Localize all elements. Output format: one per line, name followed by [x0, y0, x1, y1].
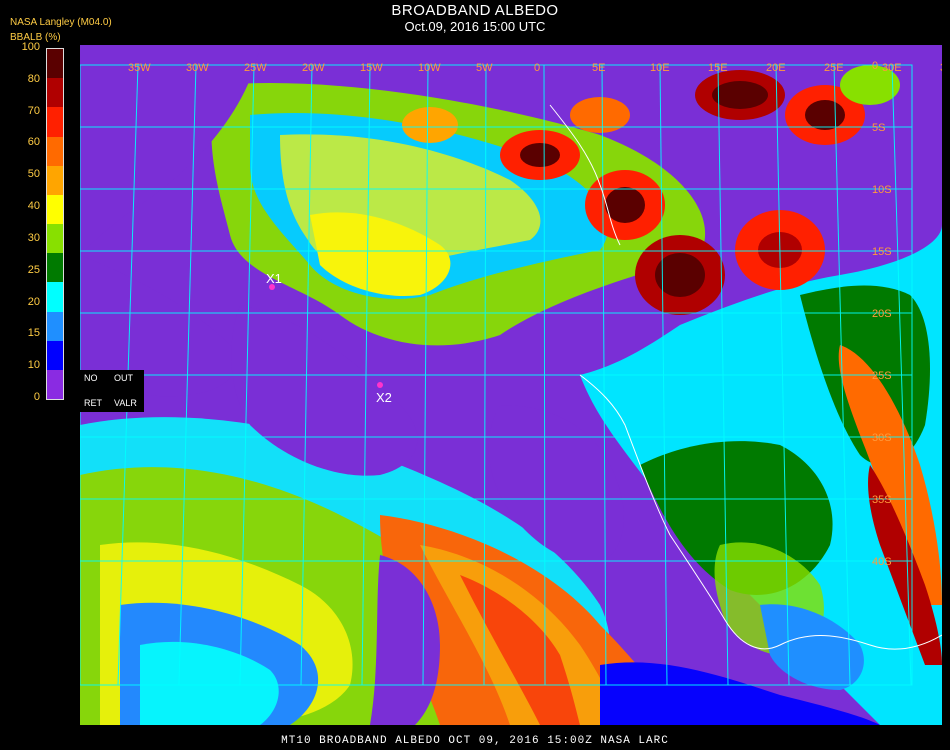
longitude-label: 0 — [534, 62, 540, 74]
longitude-label: 5E — [592, 62, 605, 74]
colorbar-segment — [47, 107, 63, 137]
longitude-label: 20W — [302, 62, 325, 74]
longitude-label: 15W — [360, 62, 383, 74]
longitude-label: 35W — [128, 62, 151, 74]
longitude-label: 20E — [766, 62, 786, 74]
longitude-label: 10W — [418, 62, 441, 74]
colorbar-tick-label: 70 — [27, 104, 40, 117]
longitude-label: 30E — [882, 62, 902, 74]
albedo-map: X1 X2 35W 30W 25W 20W 15W 10W 5W 0 5E 10E 15E 20E 25… — [79, 45, 950, 725]
map-datetime: Oct.09, 2016 15:00 UTC — [404, 19, 546, 34]
missing-data-legend: NO OUT RET VALR — [80, 370, 144, 412]
legend-ret: RET — [84, 398, 102, 408]
colorbar-tick-label: 80 — [27, 72, 40, 85]
latitude-label: 20S — [872, 308, 892, 320]
longitude-label: 5W — [476, 62, 493, 74]
colorbar-tick-label: 60 — [27, 136, 40, 149]
latitude-label: 15S — [872, 246, 892, 258]
longitude-label: 35E — [940, 62, 942, 74]
marker-x1-label: X1 — [266, 271, 282, 286]
colorbar-tick-label: 100 — [21, 41, 40, 53]
longitude-label: 10E — [650, 62, 670, 74]
colorbar-segment — [47, 282, 63, 312]
latitude-label: 40S — [872, 556, 892, 568]
latitude-label: 5S — [872, 122, 885, 134]
colorbar-tick-label: 15 — [27, 327, 40, 340]
colorbar-tick-label: 0 — [33, 391, 40, 403]
legend-no: NO — [84, 373, 98, 383]
colorbar-tick-label: 50 — [27, 168, 40, 181]
colorbar-tick-label: 20 — [27, 295, 40, 308]
longitude-label: 25E — [824, 62, 844, 74]
colorbar-tick-label: 25 — [27, 263, 40, 276]
colorbar-segment — [47, 136, 63, 167]
latitude-label: 35S — [872, 494, 892, 506]
colorbar-tick-label: 10 — [27, 359, 40, 372]
footer-caption: MT10 BROADBAND ALBEDO OCT 09, 2016 15:00… — [281, 735, 669, 747]
colorbar-segment — [47, 369, 63, 400]
latitude-label: 30S — [872, 432, 892, 444]
legend-out: OUT — [114, 373, 133, 383]
longitude-label: 30W — [186, 62, 209, 74]
colorbar-segment — [47, 78, 63, 108]
colorbar-tick-label: 40 — [27, 200, 40, 213]
colorbar-segment — [47, 311, 63, 342]
colorbar-segment — [47, 340, 63, 371]
latitude-label: 25S — [872, 370, 892, 382]
latitude-label: 10S — [872, 184, 892, 196]
colorbar-segment — [47, 194, 63, 225]
marker-x2-label: X2 — [376, 390, 392, 405]
longitude-label: 15E — [708, 62, 728, 74]
legend-valr: VALR — [114, 398, 137, 408]
colorbar-segment — [47, 224, 63, 254]
map-title: BROADBAND ALBEDO — [391, 2, 559, 19]
colorbar-segment — [47, 49, 63, 79]
latitude-label: 0 — [872, 60, 878, 72]
colorbar-tick-label: 30 — [27, 231, 40, 244]
colorbar-segment — [47, 253, 63, 283]
colorbar-segment — [47, 165, 63, 196]
colorbar — [46, 48, 64, 400]
longitude-label: 25W — [244, 62, 267, 74]
